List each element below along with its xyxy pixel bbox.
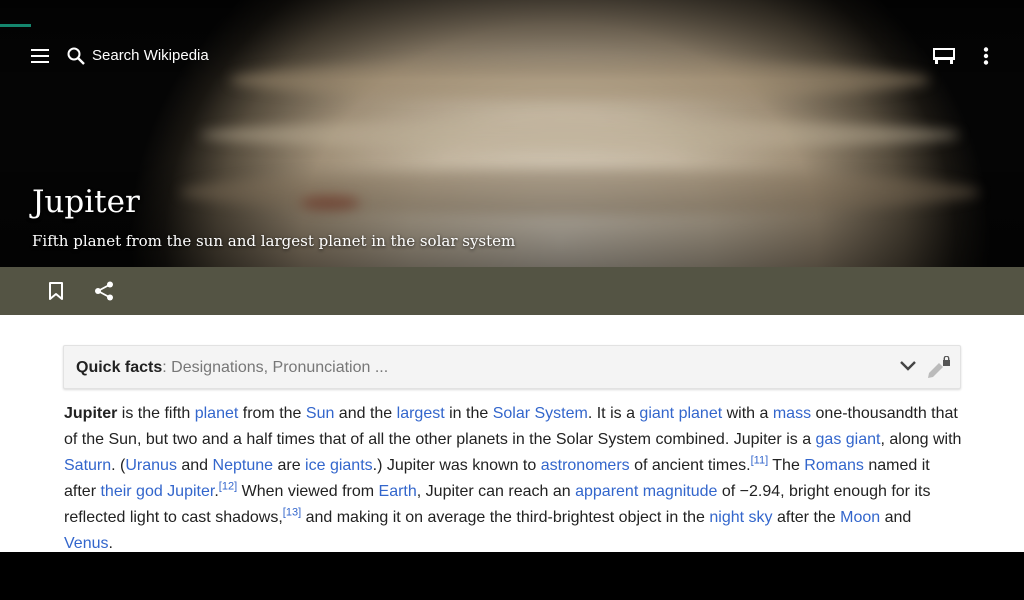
link-sun[interactable]: Sun [306,405,334,422]
article-text: are [273,457,306,474]
link-planet[interactable]: planet [195,405,239,422]
quick-facts-header: Quick facts: Designations, Pronunciation… [76,359,388,377]
link-uranus[interactable]: Uranus [125,457,177,474]
link-ice-giants[interactable]: ice giants [305,457,373,474]
link-gas-giant[interactable]: gas giant [816,431,881,448]
link-moon[interactable]: Moon [840,509,880,526]
reference-link-13[interactable]: [13] [283,507,301,519]
article-text: The [768,457,805,474]
search-input[interactable]: Search Wikipedia [92,47,209,64]
link-saturn[interactable]: Saturn [64,457,111,474]
article-text: .) Jupiter was known to [372,457,541,474]
bookmark-icon[interactable] [44,279,68,303]
reference-link-11[interactable]: [11] [751,455,769,467]
article-text: and [176,457,213,474]
quick-facts-separator: : [162,359,172,376]
article-text: and [880,509,912,526]
quick-facts-infobox[interactable]: Quick facts: Designations, Pronunciation… [63,345,961,389]
link-earth[interactable]: Earth [379,483,417,500]
article-text: after the [772,509,841,526]
link-giant-planet[interactable]: giant planet [639,405,722,422]
link-mass[interactable]: mass [773,405,811,422]
article-text: When viewed from [237,483,379,500]
link-romans[interactable]: Romans [804,457,864,474]
link-night-sky[interactable]: night sky [709,509,772,526]
top-toolbar: Search Wikipedia [0,32,1024,80]
article-text: with a [722,405,773,422]
app-window: Search Wikipedia Jupiter Fifth planet fr… [0,0,1024,552]
link-neptune[interactable]: Neptune [213,457,274,474]
article-subject: Jupiter [64,405,118,422]
article-text: . It is a [587,405,640,422]
link-their-god-jupiter[interactable]: their god Jupiter [100,483,214,500]
article-text: of ancient times. [629,457,751,474]
overflow-menu-icon[interactable] [974,44,998,68]
article-text: , Jupiter can reach an [416,483,576,500]
link-largest[interactable]: largest [397,405,445,422]
article-text: and making it on average the third-brigh… [301,509,710,526]
link-solar-system[interactable]: Solar System [493,405,588,422]
reading-lists-icon[interactable] [932,44,956,68]
article-text: in the [444,405,493,422]
article-text: is the fifth [117,405,195,422]
article-text: . ( [111,457,126,474]
article-text: from the [238,405,306,422]
link-apparent-magnitude[interactable]: apparent magnitude [575,483,717,500]
article-text: and the [334,405,397,422]
article-text: . [108,535,113,552]
menu-icon[interactable] [28,44,52,68]
article-lead-paragraph: Jupiter is the fifth planet from the Sun… [64,401,964,552]
share-icon[interactable] [92,279,116,303]
link-venus[interactable]: Venus [64,535,108,552]
search-icon[interactable] [64,44,88,68]
loading-progress-bar [0,24,31,27]
page-description: Fifth planet from the sun and largest pl… [32,232,516,250]
chevron-down-icon[interactable] [899,359,919,379]
quick-facts-summary: Designations, Pronunciation ... [171,359,389,376]
article-text: , along with [880,431,962,448]
link-astronomers[interactable]: astronomers [541,457,630,474]
quick-facts-label: Quick facts [76,359,163,376]
reference-link-12[interactable]: [12] [219,481,237,493]
page-action-bar [0,267,1024,315]
edit-locked-icon[interactable] [926,355,952,380]
page-title: Jupiter [32,184,140,220]
